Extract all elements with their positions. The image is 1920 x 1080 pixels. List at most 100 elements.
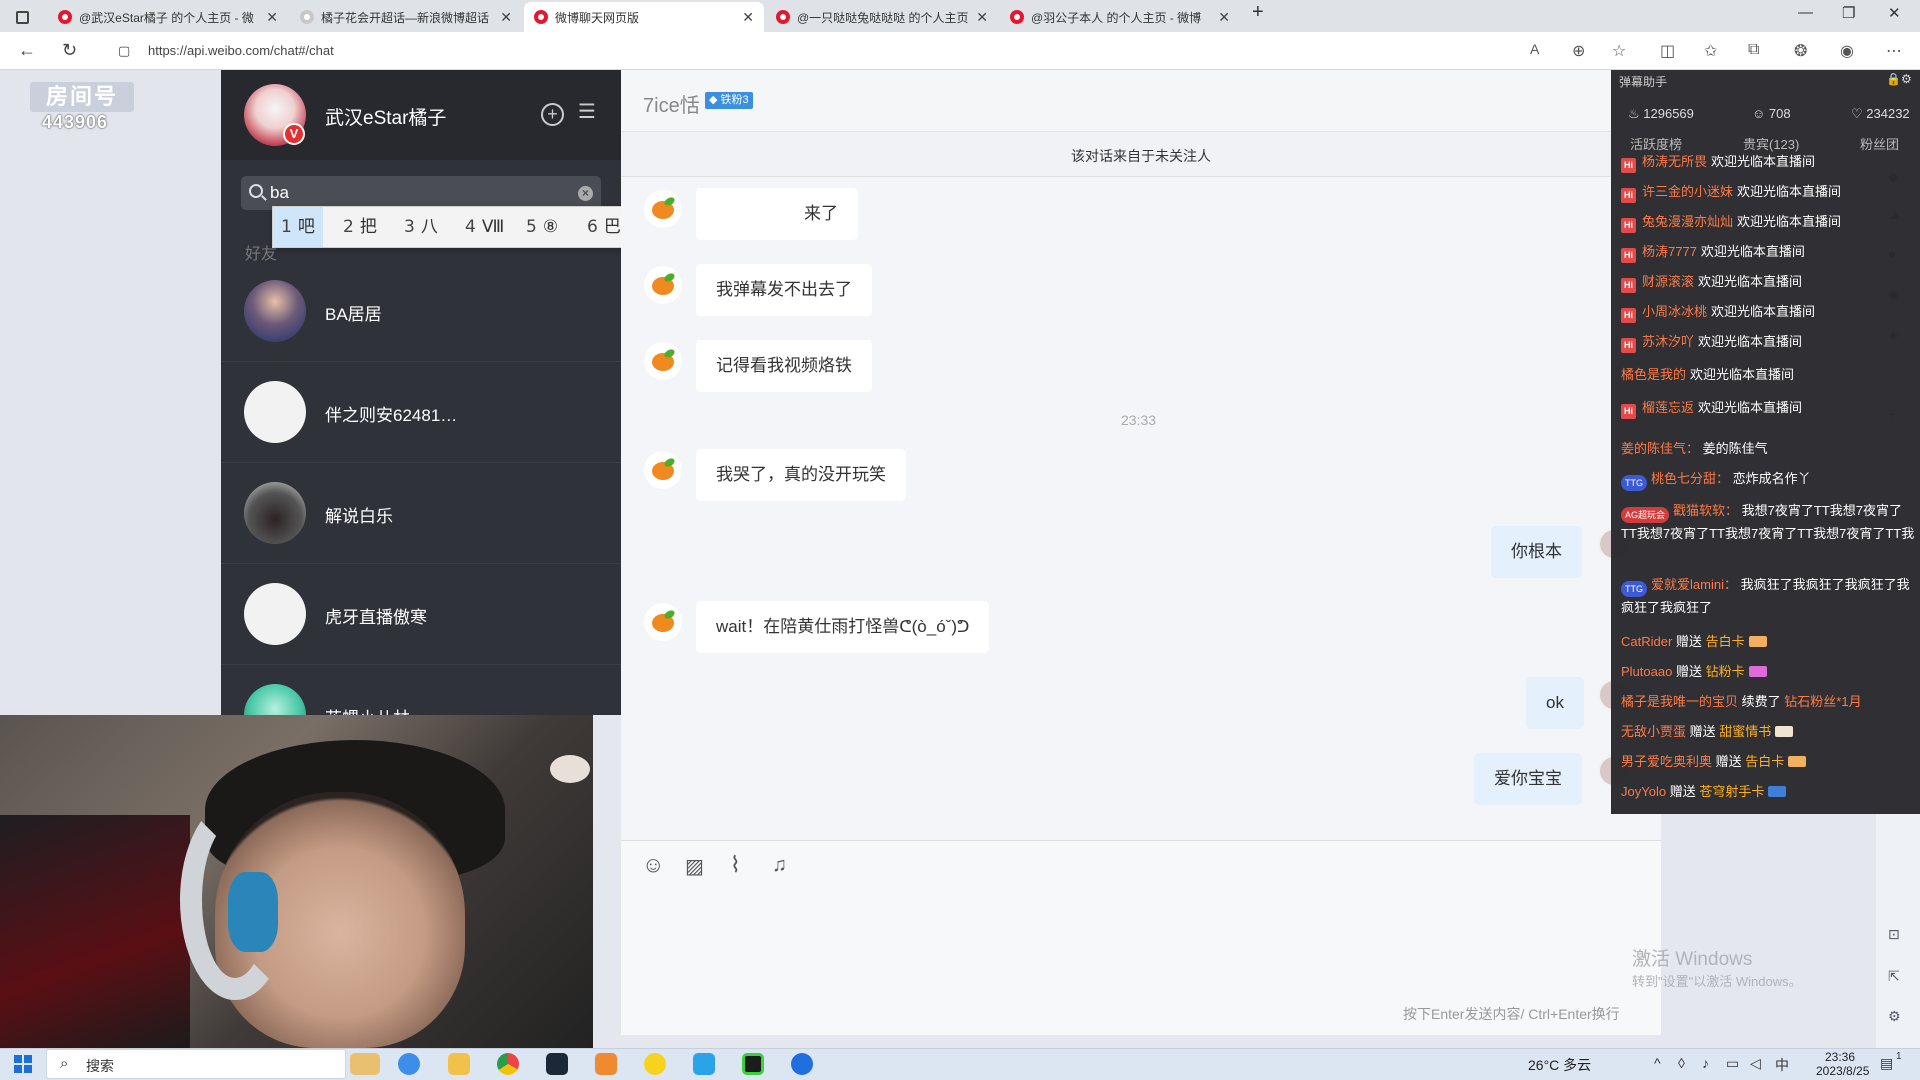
restore-button[interactable]: ❐	[1842, 4, 1855, 22]
extension-icon[interactable]: ❂	[1794, 41, 1807, 61]
collections-icon[interactable]: ⧉	[1748, 41, 1759, 59]
browser-tab-4[interactable]: @一只哒哒兔哒哒哒 的个人主页 ✕	[766, 2, 998, 32]
side-settings-icon[interactable]: ⚙	[1888, 1008, 1901, 1025]
contact-item[interactable]: 虎牙直播傲寒	[221, 565, 621, 665]
menu-list-icon[interactable]: ☰	[578, 102, 600, 123]
tab-close-icon[interactable]: ✕	[500, 9, 512, 26]
browser-tab-3[interactable]: 微博聊天网页版 ✕	[524, 2, 764, 32]
split-screen-icon[interactable]: ◫	[1660, 41, 1675, 61]
browser-tab-2[interactable]: 橘子花会开超话—新浪微博超话 ✕	[290, 2, 522, 32]
contact-avatar	[244, 280, 306, 342]
candidate-number: 6	[587, 217, 598, 237]
chrome-icon[interactable]	[497, 1053, 519, 1075]
emoji-icon[interactable]: ☺	[642, 852, 664, 878]
windows-start-icon[interactable]	[14, 1055, 32, 1073]
new-tab-button[interactable]: +	[1252, 1, 1264, 24]
tab-vip[interactable]: 贵宾(123)	[1743, 134, 1799, 153]
ime-candidate[interactable]: 2把	[335, 207, 385, 247]
lock-settings-icon[interactable]: 🔒⚙	[1886, 72, 1912, 86]
tab-fan-club[interactable]: 粉丝团	[1860, 134, 1899, 153]
favorites-icon[interactable]: ✩	[1704, 41, 1717, 61]
page-info-icon[interactable]: ▢	[118, 43, 130, 59]
tab-close-icon[interactable]: ✕	[266, 9, 278, 26]
clear-search-icon[interactable]: ×	[578, 186, 593, 201]
tray-mic-icon[interactable]: ♪	[1702, 1055, 1709, 1071]
sender-avatar[interactable]	[644, 342, 682, 380]
gift-verb: 赠送	[1715, 754, 1742, 769]
tab-activity-rank[interactable]: 活跃度榜	[1630, 134, 1682, 153]
close-window-button[interactable]: ✕	[1888, 4, 1901, 22]
contact-name: 伴之则安62481…	[325, 406, 458, 425]
side-screenshot-icon[interactable]: ⊡	[1888, 926, 1900, 943]
app-icon[interactable]	[644, 1053, 666, 1075]
tab-actions-button[interactable]	[0, 2, 46, 32]
welcome-line: Hi 财源滚滚 欢迎光临本直播间	[1621, 273, 1881, 293]
weather-widget[interactable]: 26°C 多云	[1528, 1055, 1591, 1075]
tab-close-icon[interactable]: ✕	[1218, 9, 1230, 26]
app-icon[interactable]	[693, 1053, 715, 1075]
search-input[interactable]	[270, 181, 570, 205]
contact-item[interactable]: 花螺小儿林	[221, 666, 621, 715]
tray-shield-icon[interactable]: ◊	[1678, 1055, 1685, 1071]
contact-item[interactable]: BA居居	[221, 262, 621, 362]
tab-title: @羽公子本人 的个人主页 - 微博	[1031, 10, 1202, 25]
candidate-text: 吧	[297, 217, 315, 237]
contact-item[interactable]: 伴之则安62481…	[221, 363, 621, 463]
refresh-icon[interactable]: ↻	[62, 40, 77, 61]
app-icon[interactable]	[791, 1053, 813, 1075]
browser-tab-1[interactable]: @武汉eStar橘子 的个人主页 - 微 ✕	[48, 2, 288, 32]
tab-close-icon[interactable]: ✕	[742, 9, 754, 26]
attachment-icon[interactable]: ⌇	[730, 852, 741, 878]
gift-user: Plutoaao	[1621, 664, 1673, 679]
read-aloud-icon[interactable]: A	[1530, 41, 1539, 57]
back-arrow-icon[interactable]: ←	[18, 40, 36, 61]
bell-icon[interactable]: ♫	[772, 854, 787, 877]
ime-indicator[interactable]: 中	[1775, 1055, 1789, 1075]
tray-network-icon[interactable]: ▭	[1726, 1055, 1739, 1072]
file-explorer-icon[interactable]	[448, 1053, 470, 1075]
url-field[interactable]: https://api.weibo.com/chat#/chat	[148, 43, 334, 58]
room-id: 443906	[42, 112, 109, 132]
sender-avatar[interactable]	[644, 266, 682, 304]
candidate-text: 八	[420, 217, 438, 237]
steam-icon[interactable]	[546, 1053, 568, 1075]
ime-candidate[interactable]: 4Ⅷ	[457, 207, 512, 247]
welcome-text: 欢迎光临本直播间	[1690, 367, 1795, 382]
more-menu-icon[interactable]: ⋯	[1886, 41, 1902, 61]
welcome-text: 欢迎光临本直播间	[1698, 334, 1803, 349]
sender-avatar[interactable]	[644, 190, 682, 228]
profile-avatar[interactable]: ◉	[1840, 41, 1854, 61]
welcome-user: 财源滚滚	[1642, 274, 1695, 289]
tray-expand-icon[interactable]: ^	[1654, 1055, 1661, 1071]
contact-item[interactable]: 解说白乐	[221, 464, 621, 564]
taskbar-date[interactable]: 2023/8/25	[1816, 1064, 1869, 1078]
sender-avatar[interactable]	[644, 451, 682, 489]
app-icon[interactable]	[595, 1053, 617, 1075]
ime-candidate[interactable]: 5⑧	[518, 207, 566, 247]
zoom-icon[interactable]: ⊕	[1572, 41, 1585, 61]
favorite-star-icon[interactable]: ☆	[1612, 41, 1626, 61]
minimize-button[interactable]: —	[1798, 4, 1813, 21]
notification-icon[interactable]: ▤	[1880, 1055, 1893, 1072]
new-chat-icon[interactable]: +	[541, 103, 564, 126]
image-icon[interactable]: ▨	[685, 854, 704, 879]
welcome-line: Hi 兔兔漫漫亦灿灿 欢迎光临本直播间	[1621, 213, 1881, 233]
sender-avatar[interactable]	[644, 603, 682, 641]
app-icon[interactable]	[742, 1053, 764, 1075]
heart-icon: ♡	[1851, 106, 1867, 121]
browser-tab-5[interactable]: @羽公子本人 的个人主页 - 微博 ✕	[1000, 2, 1240, 32]
fan-badge: AG超玩会	[1621, 507, 1670, 523]
tray-volume-icon[interactable]: ◁	[1750, 1055, 1761, 1072]
taskbar-task-view-icon[interactable]	[350, 1053, 372, 1075]
danmaku-text: 姜的陈佳气	[1702, 441, 1768, 456]
welcome-line: 橘色是我的 欢迎光临本直播间	[1621, 366, 1881, 384]
ime-candidate[interactable]: 3八	[396, 207, 446, 247]
danmaku-user: 桃色七分甜：	[1651, 471, 1730, 486]
tab-title: @武汉eStar橘子 的个人主页 - 微	[79, 10, 254, 25]
viewer-value: 708	[1768, 106, 1791, 121]
side-share-icon[interactable]: ⇱	[1888, 968, 1900, 985]
tab-close-icon[interactable]: ✕	[976, 9, 988, 26]
edge-browser-icon[interactable]	[398, 1053, 420, 1075]
ime-candidate[interactable]: 1吧	[273, 207, 323, 247]
taskbar-time[interactable]: 23:36	[1825, 1050, 1855, 1064]
